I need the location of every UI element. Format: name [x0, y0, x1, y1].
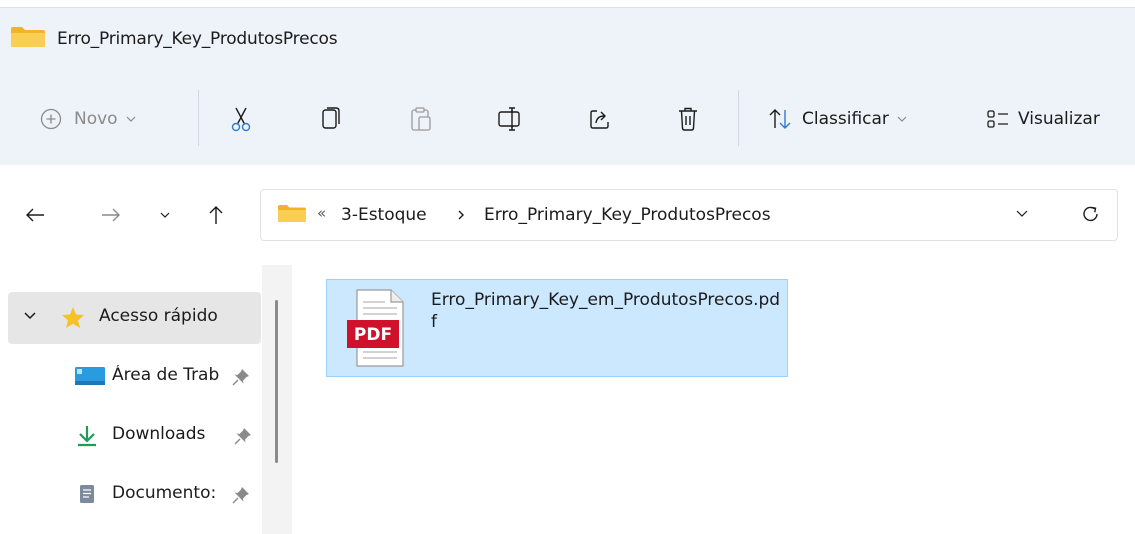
sidebar-item-label: Downloads	[112, 424, 206, 444]
sidebar-item-label: Área de Trab	[112, 365, 220, 385]
pdf-badge-text: PDF	[354, 325, 392, 345]
rename-button[interactable]	[497, 101, 523, 137]
sidebar-item-quick-access[interactable]: Acesso rápido	[8, 292, 261, 344]
pin-icon	[232, 369, 249, 386]
rename-icon	[498, 107, 520, 131]
share-icon	[590, 110, 609, 129]
breadcrumb-current-folder[interactable]: Erro_Primary_Key_ProdutosPrecos	[484, 205, 771, 225]
view-button[interactable]: Visualizar	[986, 101, 1100, 137]
chevron-down-icon[interactable]	[24, 312, 36, 320]
delete-button[interactable]	[677, 101, 699, 137]
sort-button[interactable]: Classificar	[768, 101, 907, 137]
sort-button-label: Classificar	[802, 109, 889, 129]
pin-icon	[234, 428, 251, 445]
window-title: Erro_Primary_Key_ProdutosPrecos	[57, 29, 338, 49]
chevron-down-icon[interactable]	[1016, 210, 1028, 217]
desktop-icon	[75, 367, 105, 385]
file-name: Erro_Primary_Key_em_ProdutosPrecos.pdf	[431, 290, 781, 332]
new-button[interactable]: Novo	[40, 101, 136, 137]
chevron-right-icon[interactable]	[457, 209, 465, 221]
overflow-chevrons[interactable]: «	[317, 204, 326, 222]
chevron-down-icon	[897, 116, 907, 122]
address-bar[interactable]: « 3-Estoque Erro_Primary_Key_ProdutosPre…	[260, 189, 1118, 241]
star-icon	[62, 307, 84, 328]
sidebar-item-documents[interactable]: Documento:	[70, 476, 260, 512]
file-item[interactable]: PDF Erro_Primary_Key_em_ProdutosPrecos.p…	[326, 279, 788, 377]
up-button[interactable]	[201, 200, 231, 230]
breadcrumb-3-estoque[interactable]: 3-Estoque	[341, 205, 427, 225]
toolbar-separator	[738, 90, 739, 146]
sidebar-item-label: Acesso rápido	[99, 306, 218, 326]
paste-button[interactable]	[410, 101, 432, 137]
recent-locations-button[interactable]	[150, 200, 180, 230]
copy-icon	[322, 107, 340, 129]
arrow-right-icon	[102, 208, 120, 222]
chevron-down-icon	[160, 212, 170, 218]
sidebar-scrollbar-thumb[interactable]	[275, 300, 278, 463]
sidebar-item-desktop[interactable]: Área de Trab	[70, 358, 260, 394]
download-icon	[78, 426, 96, 447]
sort-icon	[769, 109, 791, 129]
paste-icon	[411, 107, 431, 131]
plus-circle-icon	[40, 108, 62, 130]
cut-button[interactable]	[229, 101, 253, 137]
window-top-edge	[0, 0, 1135, 7]
share-button[interactable]	[588, 101, 612, 137]
arrow-up-icon	[209, 206, 223, 224]
copy-button[interactable]	[320, 101, 342, 137]
window-top-divider	[0, 7, 1135, 8]
arrow-left-icon	[26, 208, 44, 222]
chevron-down-icon	[126, 116, 136, 122]
cut-icon	[231, 107, 251, 132]
toolbar-separator	[198, 90, 199, 146]
delete-icon	[679, 107, 697, 131]
refresh-icon[interactable]	[1081, 204, 1101, 224]
back-button[interactable]	[20, 200, 50, 230]
document-icon	[80, 485, 94, 503]
folder-icon	[11, 27, 45, 47]
view-button-label: Visualizar	[1018, 109, 1100, 129]
folder-icon	[278, 205, 306, 222]
new-button-label: Novo	[74, 109, 118, 129]
title-and-toolbar-area	[0, 0, 1135, 165]
sidebar-item-downloads[interactable]: Downloads	[70, 417, 260, 453]
pin-icon	[232, 487, 249, 504]
sidebar-item-label: Documento:	[112, 483, 217, 503]
forward-button[interactable]	[96, 200, 126, 230]
view-icon	[987, 110, 1008, 128]
pdf-file-icon: PDF	[347, 289, 404, 367]
